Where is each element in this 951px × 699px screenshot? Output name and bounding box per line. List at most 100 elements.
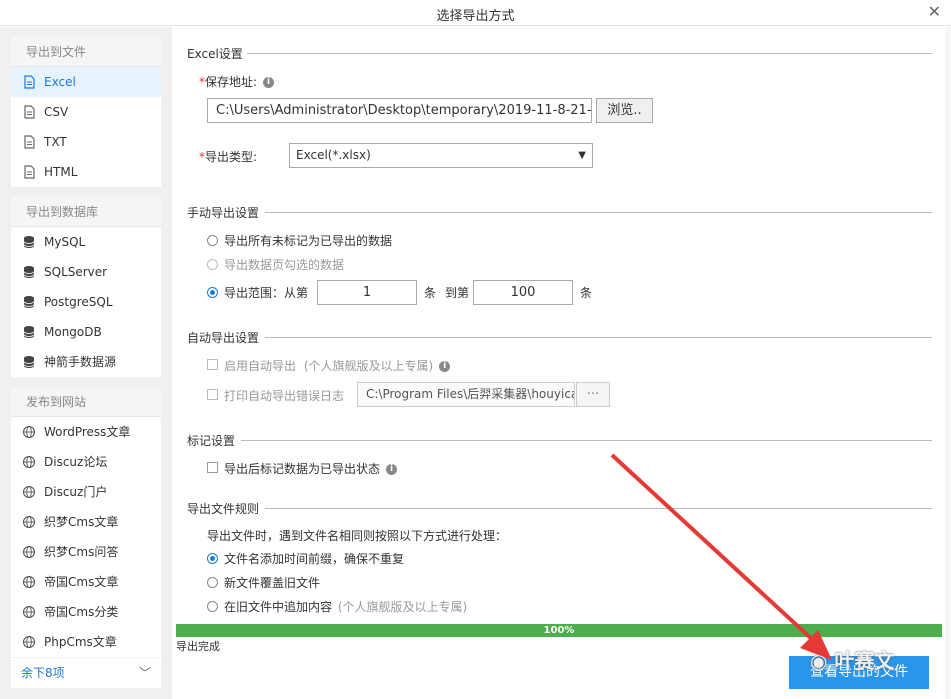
premium-note: (个人旗舰版及以上专属) <box>337 600 468 614</box>
sidebar-item-label: HTML <box>44 165 78 179</box>
unit-label: 条 <box>424 286 437 300</box>
auto-export-label[interactable]: 启用自动导出 (个人旗舰版及以上专属) i <box>224 357 451 374</box>
label-text: 保存地址: <box>205 75 258 89</box>
file-export-group: 导出到文件 Excel CSV TXT HTML <box>11 37 161 187</box>
section-title: Excel设置 <box>187 47 243 61</box>
globe-icon <box>22 545 36 559</box>
sidebar-item-csv[interactable]: CSV <box>11 97 161 127</box>
sidebar-item-dedecms-article[interactable]: 织梦Cms文章 <box>11 507 161 537</box>
radio-append[interactable] <box>207 601 218 612</box>
show-more-button[interactable]: 余下8项 ﹀ <box>11 658 161 688</box>
database-icon <box>23 266 35 278</box>
globe-icon <box>22 575 36 589</box>
label-text: 在旧文件中追加内容 <box>224 600 333 614</box>
checkbox-mark-exported[interactable] <box>207 462 218 473</box>
show-more-label: 余下8项 <box>21 666 65 680</box>
database-export-group: 导出到数据库 MySQL SQLServer PostgreSQL MongoD… <box>11 197 161 377</box>
sidebar-item-label: MySQL <box>44 235 86 249</box>
sidebar-item-label: 帝国Cms文章 <box>44 575 119 589</box>
close-icon[interactable]: ✕ <box>928 2 941 21</box>
sidebar-item-discuz-forum[interactable]: Discuz论坛 <box>11 447 161 477</box>
file-icon <box>24 165 35 179</box>
sidebar-item-label: Excel <box>44 75 76 89</box>
radio-export-all-label[interactable]: 导出所有未标记为已导出的数据 <box>224 232 392 249</box>
sidebar-item-dedecms-qa[interactable]: 织梦Cms问答 <box>11 537 161 567</box>
range-to-input[interactable]: 100 <box>473 280 573 305</box>
info-icon[interactable]: i <box>386 464 398 475</box>
section-excel-settings: Excel设置 <box>187 45 932 62</box>
error-log-path-input[interactable]: C:\Program Files\后羿采集器\houyicai <box>357 382 575 407</box>
radio-export-range-label[interactable]: 导出范围：从第 <box>224 284 308 301</box>
sidebar-item-label: MongoDB <box>44 325 102 339</box>
sidebar-item-mysql[interactable]: MySQL <box>11 227 161 257</box>
scrollbar[interactable] <box>945 27 951 699</box>
section-title: 导出文件规则 <box>187 502 260 516</box>
radio-export-checked[interactable] <box>207 259 218 270</box>
chevron-down-icon: ﹀ <box>138 666 151 680</box>
radio-add-time-prefix-label[interactable]: 文件名添加时间前缀，确保不重复 <box>224 550 404 567</box>
section-auto-export: 自动导出设置 <box>187 329 932 346</box>
database-icon <box>23 356 35 368</box>
save-path-input[interactable]: C:\Users\Administrator\Desktop\temporary… <box>207 98 592 123</box>
section-manual-export: 手动导出设置 <box>187 204 932 221</box>
info-icon[interactable]: i <box>439 361 451 372</box>
globe-icon <box>22 485 36 499</box>
group-header: 导出到数据库 <box>11 197 161 227</box>
radio-export-checked-label[interactable]: 导出数据页勾选的数据 <box>224 256 344 273</box>
export-type-label: *导出类型: <box>199 148 257 165</box>
info-icon[interactable]: i <box>263 77 275 88</box>
radio-append-label[interactable]: 在旧文件中追加内容 (个人旗舰版及以上专属) <box>224 598 467 615</box>
file-icon <box>24 135 35 149</box>
sidebar-item-label: WordPress文章 <box>44 425 131 439</box>
sidebar-item-label: Discuz论坛 <box>44 455 108 469</box>
section-title: 自动导出设置 <box>187 331 260 345</box>
globe-icon <box>22 515 36 529</box>
sidebar-item-phpcms-article[interactable]: PhpCms文章 <box>11 627 161 657</box>
sidebar-item-label: PhpCms文章 <box>44 635 117 649</box>
sidebar-item-label: SQLServer <box>44 265 108 279</box>
divider <box>265 508 932 509</box>
sidebar-item-shenjianshou[interactable]: 神箭手数据源 <box>11 347 161 377</box>
sidebar-item-empirecms-category[interactable]: 帝国Cms分类 <box>11 597 161 627</box>
checkbox-enable-auto-export[interactable] <box>207 359 218 370</box>
database-icon <box>23 296 35 308</box>
sidebar-item-label: Discuz门户 <box>44 485 108 499</box>
radio-add-time-prefix[interactable] <box>207 553 218 564</box>
sidebar-item-excel[interactable]: Excel <box>11 67 161 97</box>
section-mark-settings: 标记设置 <box>187 432 932 449</box>
sidebar-item-discuz-portal[interactable]: Discuz门户 <box>11 477 161 507</box>
settings-panel: Excel设置 *保存地址: i C:\Users\Administrator\D… <box>175 33 945 623</box>
sidebar-item-empirecms-article[interactable]: 帝国Cms文章 <box>11 567 161 597</box>
radio-overwrite[interactable] <box>207 577 218 588</box>
mark-exported-label[interactable]: 导出后标记数据为已导出状态 i <box>224 460 398 477</box>
radio-export-range[interactable] <box>207 287 218 298</box>
file-rules-description: 导出文件时，遇到文件名相同则按照以下方式进行处理： <box>207 529 508 543</box>
unit-label: 条 <box>580 286 593 300</box>
export-type-select[interactable]: Excel(*.xlsx) ▼ <box>289 143 593 168</box>
sidebar-item-postgresql[interactable]: PostgreSQL <box>11 287 161 317</box>
sidebar-item-sqlserver[interactable]: SQLServer <box>11 257 161 287</box>
radio-export-all[interactable] <box>207 235 218 246</box>
globe-icon <box>22 425 36 439</box>
globe-icon <box>22 455 36 469</box>
export-status: 导出完成 <box>176 640 220 653</box>
wechat-icon: ◉ <box>810 649 828 673</box>
log-path-browse-button[interactable]: ··· <box>576 382 610 407</box>
select-value: Excel(*.xlsx) <box>296 148 371 162</box>
checkbox-print-error-log[interactable] <box>207 389 218 400</box>
sidebar-item-wordpress[interactable]: WordPress文章 <box>11 417 161 447</box>
window-title: 选择导出方式 <box>436 9 515 24</box>
radio-overwrite-label[interactable]: 新文件覆盖旧文件 <box>224 574 320 591</box>
divider <box>247 53 932 54</box>
browse-button[interactable]: 浏览.. <box>596 98 653 123</box>
sidebar-item-html[interactable]: HTML <box>11 157 161 187</box>
group-header: 导出到文件 <box>11 37 161 67</box>
print-error-log-label[interactable]: 打印自动导出错误日志 <box>224 387 344 404</box>
divider <box>265 212 932 213</box>
sidebar-item-mongodb[interactable]: MongoDB <box>11 317 161 347</box>
sidebar-item-txt[interactable]: TXT <box>11 127 161 157</box>
group-header: 发布到网站 <box>11 387 161 417</box>
sidebar-item-label: PostgreSQL <box>44 295 113 309</box>
file-icon <box>24 105 35 119</box>
range-from-input[interactable]: 1 <box>317 280 417 305</box>
